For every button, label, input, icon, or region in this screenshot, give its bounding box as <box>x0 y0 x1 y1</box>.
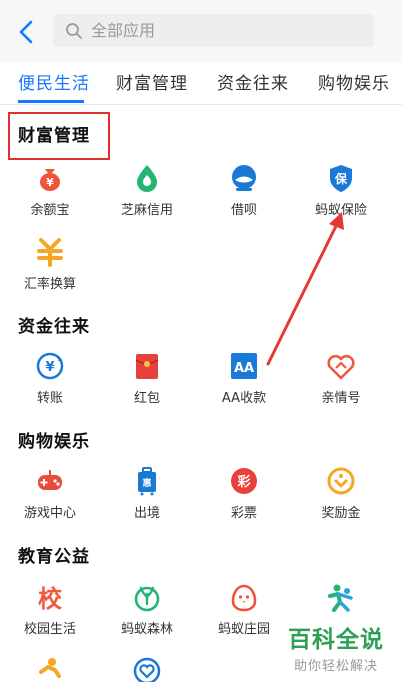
app-yuebao[interactable]: ¥ 余额宝 <box>0 163 100 221</box>
app-game-center[interactable]: 游戏中心 <box>0 466 100 524</box>
app-partial-runner[interactable] <box>0 656 100 682</box>
app-lottery[interactable]: 彩 彩票 <box>194 466 294 524</box>
app-label: 蚂蚁保险 <box>314 203 367 218</box>
app-label: AA收款 <box>221 391 267 406</box>
svg-text:彩: 彩 <box>236 474 250 490</box>
watermark-title: 百科全说 <box>288 627 384 653</box>
app-transfer[interactable]: ¥ 转账 <box>0 351 100 409</box>
app-sesame-credit[interactable]: 芝麻信用 <box>97 163 197 221</box>
app-label: 红包 <box>133 391 160 406</box>
section-title-wealth: 财富管理 <box>18 126 90 146</box>
app-family-number[interactable]: 亲情号 <box>291 351 391 409</box>
search-icon <box>66 22 82 39</box>
app-campus-life[interactable]: 校 校园生活 <box>0 582 100 640</box>
app-label: 彩票 <box>230 506 257 521</box>
section-title-funds: 资金往来 <box>18 317 90 337</box>
svg-text:¥: ¥ <box>45 360 54 375</box>
heart-icon <box>132 656 162 682</box>
tab-funds[interactable]: 资金往来 <box>217 69 289 94</box>
app-label: 余额宝 <box>30 203 70 218</box>
svg-text:保: 保 <box>334 171 348 186</box>
category-tabs: 便民生活 财富管理 资金往来 购物娱乐 <box>0 62 402 105</box>
app-red-envelope[interactable]: 红包 <box>97 351 197 409</box>
app-label: 蚂蚁森林 <box>120 622 173 637</box>
back-button[interactable] <box>14 18 38 46</box>
campus-icon: 校 <box>35 582 65 612</box>
app-label: 汇率换算 <box>23 277 76 292</box>
app-label: 转账 <box>36 391 63 406</box>
exchange-rate-icon <box>35 237 65 267</box>
app-exchange-rate[interactable]: 汇率换算 <box>0 237 100 295</box>
ant-farm-chick-icon <box>229 582 259 612</box>
tab-wealth[interactable]: 财富管理 <box>116 69 188 94</box>
top-bar <box>0 0 402 62</box>
svg-text:惠: 惠 <box>142 477 151 489</box>
app-label: 校园生活 <box>23 622 76 637</box>
game-controller-icon <box>35 466 65 496</box>
active-tab-indicator <box>18 100 84 103</box>
svg-text:¥: ¥ <box>46 176 54 189</box>
red-envelope-icon <box>132 351 162 381</box>
transfer-icon: ¥ <box>35 351 65 381</box>
ant-forest-icon <box>132 582 162 612</box>
app-label: 奖励金 <box>321 506 361 521</box>
section-title-education: 教育公益 <box>18 547 90 567</box>
sesame-credit-icon <box>132 163 162 193</box>
runner-icon <box>35 656 65 682</box>
tab-shopping[interactable]: 购物娱乐 <box>318 69 390 94</box>
app-ant-insurance[interactable]: 保 蚂蚁保险 <box>291 163 391 221</box>
search-box[interactable] <box>53 14 374 47</box>
svg-text:校: 校 <box>38 585 63 612</box>
svg-text:AA: AA <box>234 361 254 376</box>
jiebei-icon <box>229 163 259 193</box>
tab-convenience[interactable]: 便民生活 <box>18 69 90 94</box>
suitcase-icon: 惠 <box>132 466 162 496</box>
app-label: 亲情号 <box>321 391 361 406</box>
app-label: 游戏中心 <box>23 506 76 521</box>
reward-coin-icon <box>326 466 356 496</box>
family-heart-icon <box>326 351 356 381</box>
search-input[interactable] <box>89 20 353 41</box>
chevron-left-icon <box>19 20 33 44</box>
app-label: 芝麻信用 <box>120 203 173 218</box>
insurance-shield-icon: 保 <box>326 163 356 193</box>
lottery-icon: 彩 <box>229 466 259 496</box>
money-bag-icon: ¥ <box>35 163 65 193</box>
section-title-shopping: 购物娱乐 <box>18 432 90 452</box>
app-jiebei[interactable]: 借呗 <box>194 163 294 221</box>
watermark: 百科全说 助你轻松解决 <box>276 620 396 674</box>
charity-people-icon <box>326 582 356 612</box>
app-reward[interactable]: 奖励金 <box>291 466 391 524</box>
app-partial-heart[interactable] <box>97 656 197 682</box>
app-outbound-travel[interactable]: 惠 出境 <box>97 466 197 524</box>
watermark-subtitle: 助你轻松解决 <box>293 659 378 674</box>
app-aa-collect[interactable]: AA AA收款 <box>194 351 294 409</box>
app-ant-forest[interactable]: 蚂蚁森林 <box>97 582 197 640</box>
aa-collect-icon: AA <box>229 351 259 381</box>
app-label: 出境 <box>133 506 160 521</box>
app-label: 借呗 <box>230 203 257 218</box>
